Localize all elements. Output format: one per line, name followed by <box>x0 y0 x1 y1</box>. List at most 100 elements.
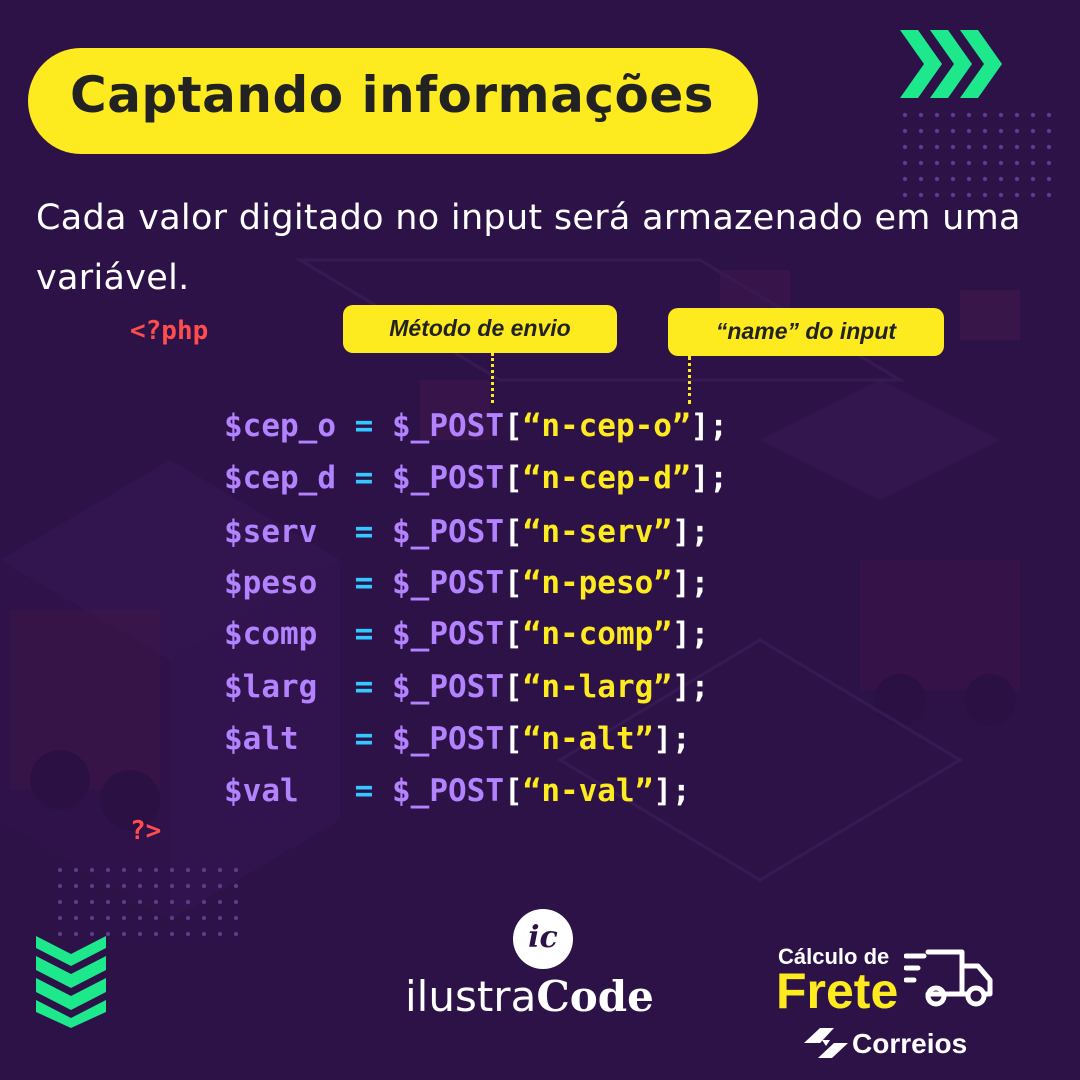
decor-dot <box>153 883 159 889</box>
decor-dot <box>998 144 1004 150</box>
decor-dot <box>153 915 159 921</box>
code-line: $alt = $_POST[“n-alt”]; <box>224 713 691 765</box>
decor-dot <box>121 883 127 889</box>
code-bracket-close: ]; <box>671 565 710 601</box>
decor-dot <box>73 915 79 921</box>
decor-dot <box>918 144 924 150</box>
decor-dot <box>121 915 127 921</box>
decor-dot <box>169 883 175 889</box>
decor-dot <box>966 112 972 118</box>
decor-dot <box>57 915 63 921</box>
decor-dot <box>1046 144 1052 150</box>
code-operator: = <box>354 773 374 809</box>
decor-dot <box>57 867 63 873</box>
decor-dot <box>89 867 95 873</box>
code-bracket-open: [ <box>503 460 523 496</box>
code-operator: = <box>354 460 374 496</box>
code-padding <box>336 460 355 496</box>
decor-dot <box>217 915 223 921</box>
decor-dot <box>934 128 940 134</box>
code-bracket-open: [ <box>503 721 523 757</box>
decor-dot <box>201 867 207 873</box>
decor-dot <box>982 160 988 166</box>
decor-dot <box>233 915 239 921</box>
decor-dot <box>902 144 908 150</box>
decor-dot <box>137 931 143 937</box>
decor-dot <box>934 112 940 118</box>
decor-dot <box>89 899 95 905</box>
decor-dot <box>217 867 223 873</box>
code-input-name: “n-val” <box>522 773 654 809</box>
code-variable: $peso <box>224 565 318 601</box>
code-bracket-open: [ <box>503 565 523 601</box>
decor-dot <box>950 160 956 166</box>
decor-dot <box>105 867 111 873</box>
decor-dot <box>89 915 95 921</box>
decor-dot <box>966 160 972 166</box>
decor-dot <box>201 899 207 905</box>
decor-dot <box>1030 144 1036 150</box>
decor-dot <box>934 160 940 166</box>
decor-dot <box>982 144 988 150</box>
decor-dot <box>153 867 159 873</box>
code-bracket-open: [ <box>503 669 523 705</box>
delivery-truck-icon <box>904 949 993 1007</box>
correios-logo-icon <box>804 1028 848 1058</box>
decor-dot <box>105 915 111 921</box>
code-input-name: “n-peso” <box>522 565 672 601</box>
decor-dot <box>217 899 223 905</box>
code-variable: $larg <box>224 669 318 705</box>
code-variable: $comp <box>224 616 318 652</box>
decor-dot <box>153 899 159 905</box>
decor-dot <box>918 176 924 182</box>
decor-dot <box>201 931 207 937</box>
code-line: $cep_o = $_POST[“n-cep-o”]; <box>224 400 728 452</box>
code-input-name: “n-comp” <box>522 616 672 652</box>
code-post-array: $_POST <box>392 669 504 705</box>
decor-dot <box>918 128 924 134</box>
decor-dot <box>1014 112 1020 118</box>
decor-dot <box>1046 128 1052 134</box>
decor-dot <box>169 915 175 921</box>
decor-dot <box>137 915 143 921</box>
code-input-name: “n-alt” <box>522 721 654 757</box>
code-line: $serv = $_POST[“n-serv”]; <box>224 506 709 558</box>
code-variable: $serv <box>224 514 318 550</box>
decor-dot <box>902 160 908 166</box>
decor-dot <box>918 112 924 118</box>
decor-dot <box>1014 160 1020 166</box>
code-post-array: $_POST <box>392 408 504 444</box>
decor-dot <box>950 128 956 134</box>
decor-dot <box>105 931 111 937</box>
decor-dot <box>998 176 1004 182</box>
decor-dot <box>950 112 956 118</box>
ilustracode-logo-mark: ic <box>513 909 573 969</box>
description-text: Cada valor digitado no input será armaze… <box>36 198 1021 298</box>
correios-wordmark: Correios <box>852 1028 968 1059</box>
decor-dot <box>185 915 191 921</box>
decor-dot <box>121 867 127 873</box>
code-bracket-close: ]; <box>690 408 728 444</box>
decor-dot <box>998 160 1004 166</box>
code-padding <box>336 408 355 444</box>
code-operator: = <box>354 669 374 705</box>
code-variable: $alt <box>224 721 299 757</box>
decor-dot <box>233 867 239 873</box>
decor-dot <box>153 931 159 937</box>
code-post-array: $_POST <box>392 616 504 652</box>
decor-dot <box>902 128 908 134</box>
decor-dot <box>982 128 988 134</box>
decor-dot <box>934 144 940 150</box>
code-padding <box>299 721 355 757</box>
code-bracket-close: ]; <box>653 773 691 809</box>
decor-dot <box>73 899 79 905</box>
code-padding <box>317 669 354 705</box>
decor-dot <box>233 931 239 937</box>
decor-dot <box>169 931 175 937</box>
